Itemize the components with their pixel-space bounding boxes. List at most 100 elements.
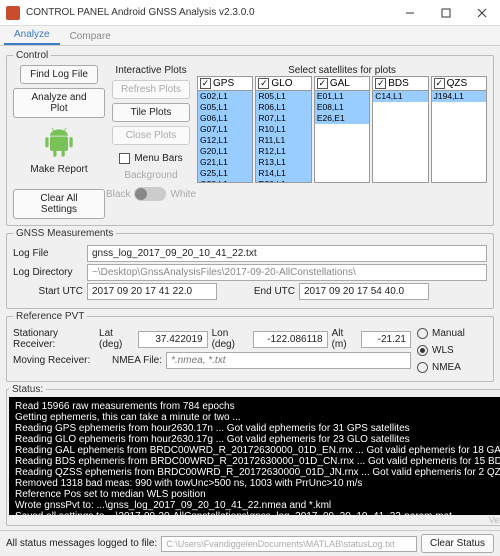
- maximize-button[interactable]: [428, 0, 464, 26]
- sat-checkbox-glo[interactable]: [258, 78, 269, 89]
- status-line: Saved all settings to ...\2017-09-20-All…: [15, 511, 500, 515]
- status-line: Wrote gnssPvt to: ...\gnss_log_2017_09_2…: [15, 500, 500, 511]
- pvt-legend: Reference PVT: [13, 311, 87, 322]
- minimize-button[interactable]: [392, 0, 428, 26]
- sat-item[interactable]: G06,L1: [198, 113, 252, 124]
- sat-item[interactable]: R07,L1: [256, 113, 310, 124]
- sat-item[interactable]: R14,L1: [256, 168, 310, 179]
- white-label: White: [170, 189, 196, 200]
- sat-header-bds[interactable]: BDS: [372, 76, 428, 91]
- sat-header-qzs[interactable]: QZS: [431, 76, 487, 91]
- pvt-fieldset: Reference PVT Stationary Receiver: Lat (…: [6, 311, 494, 382]
- log-dir-input[interactable]: [87, 264, 487, 281]
- wls-label: WLS: [432, 345, 454, 356]
- sat-item[interactable]: G07,L1: [198, 124, 252, 135]
- sat-list-qzs[interactable]: J194,L1: [431, 91, 487, 183]
- log-file-label: Log File: [13, 248, 83, 259]
- sat-item[interactable]: R20,L1: [256, 179, 310, 183]
- sat-list-gps[interactable]: G02,L1G05,L1G06,L1G07,L1G12,L1G20,L1G21,…: [197, 91, 253, 183]
- menu-bars-checkbox[interactable]: [119, 153, 130, 164]
- sat-item[interactable]: G20,L1: [198, 146, 252, 157]
- start-utc-label: Start UTC: [13, 286, 83, 297]
- sat-item[interactable]: R13,L1: [256, 157, 310, 168]
- wls-radio[interactable]: [417, 345, 428, 356]
- footer-path[interactable]: [161, 536, 417, 552]
- clear-status-button[interactable]: Clear Status: [421, 534, 494, 553]
- sat-list-bds[interactable]: C14,L1: [372, 91, 428, 183]
- sat-header-glo[interactable]: GLO: [255, 76, 311, 91]
- menu-bars-label: Menu Bars: [134, 153, 182, 164]
- sat-item[interactable]: G21,L1: [198, 157, 252, 168]
- black-label: Black: [106, 189, 130, 200]
- sat-item[interactable]: G12,L1: [198, 135, 252, 146]
- sat-checkbox-gal[interactable]: [317, 78, 328, 89]
- lat-input[interactable]: [138, 331, 208, 348]
- alt-label: Alt (m): [332, 328, 357, 350]
- manual-radio[interactable]: [417, 328, 428, 339]
- sat-checkbox-qzs[interactable]: [434, 78, 445, 89]
- make-report-button[interactable]: Make Report: [30, 164, 87, 175]
- sat-item[interactable]: R11,L1: [256, 135, 310, 146]
- nmea-radio[interactable]: [417, 362, 428, 373]
- tab-analyze[interactable]: Analyze: [4, 26, 60, 45]
- lat-label: Lat (deg): [99, 328, 134, 350]
- sat-item[interactable]: R10,L1: [256, 124, 310, 135]
- footer: All status messages logged to file: Clea…: [0, 530, 500, 556]
- find-log-button[interactable]: Find Log File: [20, 65, 98, 84]
- sat-item[interactable]: G02,L1: [198, 91, 252, 102]
- sat-item[interactable]: C14,L1: [373, 91, 427, 102]
- gnss-fieldset: GNSS Measurements Log File Log Directory…: [6, 228, 494, 309]
- status-line: Reading GAL ephemeris from BRDC00WRD_R_2…: [15, 445, 500, 456]
- log-file-input[interactable]: [87, 245, 487, 262]
- background-toggle[interactable]: [134, 187, 166, 201]
- alt-input[interactable]: [361, 331, 411, 348]
- end-utc-input[interactable]: [299, 283, 429, 300]
- status-line: Reference Pos set to median WLS position: [15, 489, 500, 500]
- sat-item[interactable]: J194,L1: [432, 91, 486, 102]
- titlebar: CONTROL PANEL Android GNSS Analysis v2.3…: [0, 0, 500, 26]
- sat-item[interactable]: E01,L1: [315, 91, 369, 102]
- sat-list-glo[interactable]: R05,L1R06,L1R07,L1R10,L1R11,L1R12,L1R13,…: [255, 91, 311, 183]
- control-legend: Control: [13, 50, 51, 61]
- sat-item[interactable]: G05,L1: [198, 102, 252, 113]
- sat-item[interactable]: G28,L1: [198, 179, 252, 183]
- tile-plots-button[interactable]: Tile Plots: [112, 103, 190, 122]
- sat-item[interactable]: R06,L1: [256, 102, 310, 113]
- status-line: Read 15966 raw measurements from 784 epo…: [15, 401, 500, 412]
- app-icon: [6, 6, 20, 20]
- nmea-file-label: NMEA File:: [112, 355, 162, 366]
- refresh-plots-button[interactable]: Refresh Plots: [112, 80, 190, 99]
- sat-header-gal[interactable]: GAL: [314, 76, 370, 91]
- start-utc-input[interactable]: [87, 283, 217, 300]
- nmea-file-input[interactable]: [166, 352, 411, 369]
- status-line: Reading GPS ephemeris from hour2630.17n …: [15, 423, 500, 434]
- sat-list-gal[interactable]: E01,L1E08,L1E26,E1: [314, 91, 370, 183]
- sat-label-glo: GLO: [271, 78, 292, 89]
- clear-all-button[interactable]: Clear All Settings: [13, 189, 105, 219]
- manual-label: Manual: [432, 328, 465, 339]
- sat-item[interactable]: E08,L1: [315, 102, 369, 113]
- footer-msg: All status messages logged to file:: [6, 538, 157, 549]
- window-title: CONTROL PANEL Android GNSS Analysis v2.3…: [26, 7, 255, 18]
- analyze-plot-button[interactable]: Analyze and Plot: [13, 88, 105, 118]
- log-dir-label: Log Directory: [13, 267, 83, 278]
- sat-checkbox-gps[interactable]: [200, 78, 211, 89]
- stationary-label: Stationary Receiver:: [13, 328, 95, 350]
- sat-checkbox-bds[interactable]: [375, 78, 386, 89]
- tab-bar: Analyze Compare: [0, 26, 500, 46]
- tab-compare[interactable]: Compare: [60, 28, 121, 45]
- interactive-plots-label: Interactive Plots: [115, 65, 186, 76]
- moving-label: Moving Receiver:: [13, 355, 108, 366]
- sat-item[interactable]: G25,L1: [198, 168, 252, 179]
- status-line: Getting ephemeris, this can take a minut…: [15, 412, 500, 423]
- sat-item[interactable]: R12,L1: [256, 146, 310, 157]
- status-fieldset: Status: Read 15966 raw measurements from…: [6, 384, 500, 526]
- close-button[interactable]: [464, 0, 500, 26]
- lon-input[interactable]: [253, 331, 328, 348]
- sat-item[interactable]: R05,L1: [256, 91, 310, 102]
- sat-header-gps[interactable]: GPS: [197, 76, 253, 91]
- status-legend: Status:: [9, 384, 46, 395]
- nmea-label: NMEA: [432, 362, 461, 373]
- close-plots-button[interactable]: Close Plots: [112, 126, 190, 145]
- sat-item[interactable]: E26,E1: [315, 113, 369, 124]
